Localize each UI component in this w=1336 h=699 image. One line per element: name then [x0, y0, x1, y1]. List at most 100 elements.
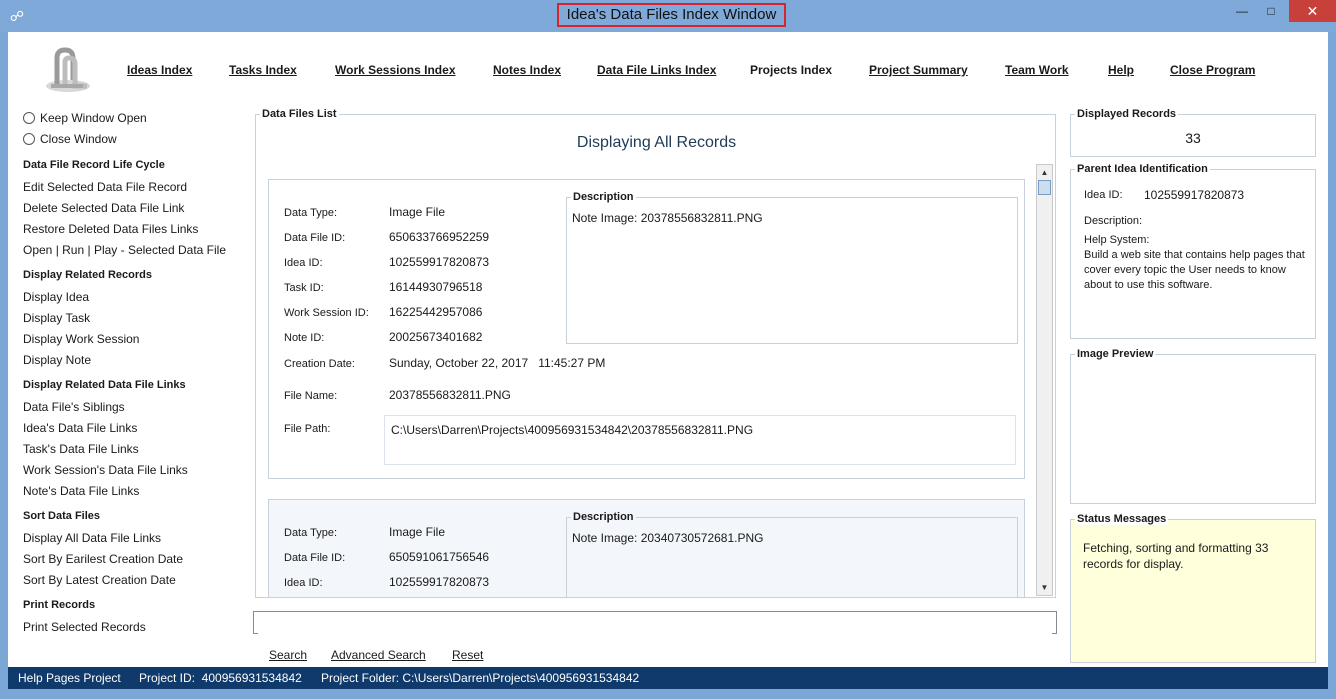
parent-description-line: about to use this software.	[1084, 279, 1213, 291]
advanced-search-button[interactable]: Advanced Search	[331, 648, 426, 662]
maximize-button[interactable]: □	[1257, 0, 1285, 22]
scroll-thumb[interactable]	[1038, 180, 1051, 195]
menu-header-life-cycle: Data File Record Life Cycle	[23, 159, 165, 171]
status-project-folder: Project Folder: C:\Users\Darren\Projects…	[321, 671, 640, 685]
title-bar[interactable]: ☍ Idea's Data Files Index Window — □ ✕	[0, 0, 1336, 32]
menu-header-sort: Sort Data Files	[23, 510, 101, 522]
window-title: Idea's Data Files Index Window	[557, 3, 786, 27]
data-files-list: Data Files List Displaying All Records D…	[255, 108, 1056, 598]
label-work-session-id: Work Session ID:	[284, 307, 369, 319]
nav-tasks-index[interactable]: Tasks Index	[229, 63, 297, 77]
parent-description-line: cover every topic the User needs to know	[1084, 264, 1286, 276]
nav-project-summary[interactable]: Project Summary	[869, 63, 968, 77]
value-file-path: C:\Users\Darren\Projects\400956931534842…	[391, 423, 754, 437]
data-files-list-legend: Data Files List	[260, 108, 339, 120]
record-card[interactable]: Data Type: Image File Data File ID: 6505…	[268, 499, 1025, 597]
status-message-line: records for display.	[1083, 557, 1184, 571]
menu-delete-link[interactable]: Delete Selected Data File Link	[23, 201, 184, 215]
description-text: Note Image: 20340730572681.PNG	[572, 531, 764, 545]
value-data-type: Image File	[389, 525, 446, 539]
label-data-file-id: Data File ID:	[284, 552, 346, 564]
search-box[interactable]	[253, 611, 1057, 634]
search-button[interactable]: Search	[269, 648, 307, 662]
image-preview-panel: Image Preview	[1070, 348, 1316, 504]
value-idea-id: 102559917820873	[389, 255, 490, 269]
parent-description-label: Description:	[1084, 215, 1143, 227]
status-messages-panel: Status Messages Fetching, sorting and fo…	[1070, 513, 1316, 663]
parent-description-line: Build a web site that contains help page…	[1084, 249, 1305, 261]
menu-siblings[interactable]: Data File's Siblings	[23, 400, 125, 414]
reset-button[interactable]: Reset	[452, 648, 483, 662]
close-button[interactable]: ✕	[1289, 0, 1336, 22]
menu-display-idea[interactable]: Display Idea	[23, 290, 89, 304]
scroll-up-icon[interactable]: ▲	[1037, 165, 1052, 180]
app-icon[interactable]: ☍	[8, 7, 26, 25]
nav-help[interactable]: Help	[1108, 63, 1134, 77]
label-task-id: Task ID:	[284, 282, 324, 294]
menu-print-selected[interactable]: Print Selected Records	[23, 620, 146, 634]
parent-idea-id-value: 102559917820873	[1144, 188, 1245, 202]
menu-header-related-links: Display Related Data File Links	[23, 379, 186, 391]
displayed-records-panel: Displayed Records 33	[1070, 108, 1316, 157]
menu-sort-earliest[interactable]: Sort By Earilest Creation Date	[23, 552, 183, 566]
parent-idea-legend: Parent Idea Identification	[1075, 163, 1210, 175]
nav-team-work[interactable]: Team Work	[1005, 63, 1069, 77]
description-legend: Description	[571, 511, 636, 523]
value-data-file-id: 650591061756546	[389, 550, 490, 564]
records-scroll-area[interactable]: Data Type: Image File Data File ID: 6506…	[260, 161, 1056, 597]
menu-display-task[interactable]: Display Task	[23, 311, 90, 325]
nav-ideas-index[interactable]: Ideas Index	[127, 63, 192, 77]
parent-description-line: Help System:	[1084, 234, 1150, 246]
radio-circle-icon[interactable]	[23, 112, 35, 124]
value-idea-id: 102559917820873	[389, 575, 490, 589]
nav-work-sessions-index[interactable]: Work Sessions Index	[335, 63, 456, 77]
nav-notes-index[interactable]: Notes Index	[493, 63, 561, 77]
menu-display-all[interactable]: Display All Data File Links	[23, 531, 161, 545]
menu-task-links[interactable]: Task's Data File Links	[23, 442, 139, 456]
records-scrollbar[interactable]: ▲ ▼	[1036, 164, 1053, 596]
keep-window-open-radio[interactable]: Keep Window Open	[23, 111, 147, 125]
menu-idea-links[interactable]: Idea's Data File Links	[23, 421, 137, 435]
label-file-path: File Path:	[284, 423, 331, 435]
scroll-down-icon[interactable]: ▼	[1037, 580, 1052, 595]
minimize-button[interactable]: —	[1228, 0, 1256, 22]
record-card[interactable]: Data Type: Image File Data File ID: 6506…	[268, 179, 1025, 479]
label-data-type: Data Type:	[284, 207, 337, 219]
status-project-name: Help Pages Project	[18, 671, 121, 685]
status-project-id: Project ID: 400956931534842	[139, 671, 302, 685]
status-message-line: Fetching, sorting and formatting 33	[1083, 541, 1269, 555]
value-file-name: 20378556832811.PNG	[389, 388, 511, 402]
value-work-session-id: 16225442957086	[389, 305, 483, 319]
label-creation-date: Creation Date:	[284, 358, 355, 370]
displayed-records-legend: Displayed Records	[1075, 108, 1179, 120]
window: ☍ Idea's Data Files Index Window — □ ✕ I…	[0, 0, 1336, 699]
radio-circle-icon[interactable]	[23, 133, 35, 145]
search-input[interactable]	[258, 613, 1052, 634]
close-window-radio[interactable]: Close Window	[23, 132, 117, 146]
display-heading: Displaying All Records	[576, 134, 737, 151]
menu-edit-record[interactable]: Edit Selected Data File Record	[23, 180, 187, 194]
description-legend: Description	[571, 191, 636, 203]
file-path-box: C:\Users\Darren\Projects\400956931534842…	[384, 415, 1016, 465]
value-note-id: 20025673401682	[389, 330, 483, 344]
status-bar: Help Pages Project Project ID: 400956931…	[8, 667, 1328, 689]
menu-header-related-records: Display Related Records	[23, 269, 152, 281]
menu-display-work-session[interactable]: Display Work Session	[23, 332, 139, 346]
client-area: Ideas Index Tasks Index Work Sessions In…	[8, 32, 1328, 667]
status-messages-legend: Status Messages	[1075, 513, 1169, 525]
displayed-records-count: 33	[1185, 130, 1201, 146]
value-creation-date: Sunday, October 22, 2017 11:45:27 PM	[389, 356, 606, 370]
nav-projects-index[interactable]: Projects Index	[750, 63, 832, 77]
nav-data-file-links-index[interactable]: Data File Links Index	[597, 63, 716, 77]
description-box: Description Note Image: 20340730572681.P…	[566, 511, 1018, 597]
description-box: Description Note Image: 20378556832811.P…	[566, 191, 1018, 344]
menu-display-note[interactable]: Display Note	[23, 353, 91, 367]
label-idea-id: Idea ID:	[284, 577, 323, 589]
menu-restore-links[interactable]: Restore Deleted Data Files Links	[23, 222, 198, 236]
label-note-id: Note ID:	[284, 332, 325, 344]
menu-sort-latest[interactable]: Sort By Latest Creation Date	[23, 573, 176, 587]
menu-work-session-links[interactable]: Work Session's Data File Links	[23, 463, 188, 477]
menu-open-run-play[interactable]: Open | Run | Play - Selected Data File	[23, 243, 226, 257]
menu-note-links[interactable]: Note's Data File Links	[23, 484, 139, 498]
nav-close-program[interactable]: Close Program	[1170, 63, 1255, 77]
